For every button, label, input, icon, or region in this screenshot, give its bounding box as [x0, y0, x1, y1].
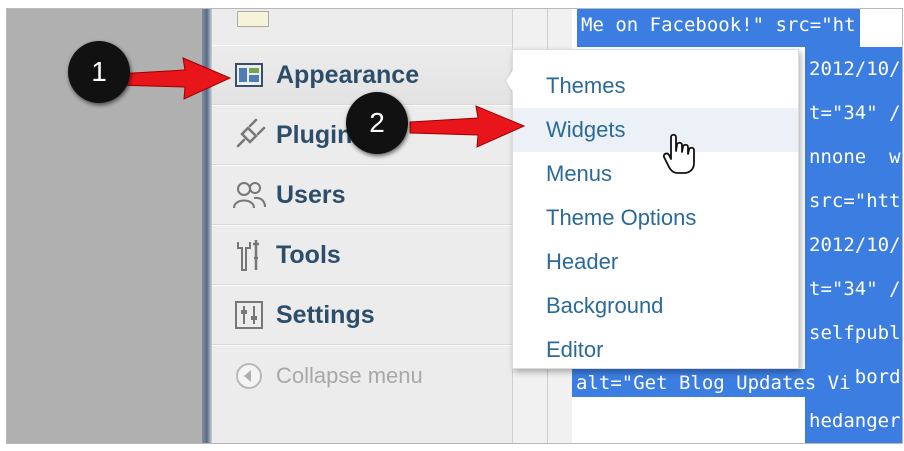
annotation-arrows [114, 57, 526, 148]
arrow-2-icon [409, 105, 526, 148]
callout-step-1: 1 [68, 41, 130, 103]
arrow-1-icon [114, 57, 232, 100]
callout-step-2: 2 [346, 92, 408, 154]
